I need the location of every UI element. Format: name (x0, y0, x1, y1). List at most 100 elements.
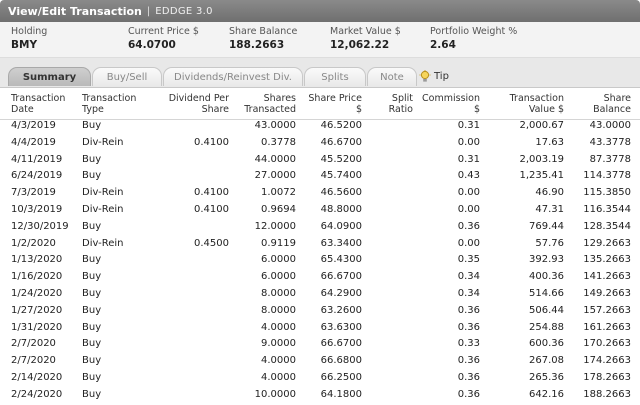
cell-value: 514.66 (529, 287, 564, 299)
cell-commission: 0.31 (457, 120, 480, 131)
col-header-shares[interactable]: Shares Transacted (236, 93, 296, 115)
title-separator: | (146, 5, 151, 17)
cell-commission: 0.36 (457, 371, 480, 383)
cell-date: 7/3/2019 (11, 187, 56, 199)
col-header-value[interactable]: Transaction Value $ (500, 93, 564, 115)
cell-type: Buy (82, 321, 102, 333)
cell-value: 265.36 (529, 371, 564, 383)
cell-shares: 12.0000 (254, 220, 296, 232)
cell-shares: 27.0000 (254, 170, 296, 182)
cell-commission: 0.00 (457, 203, 480, 215)
col-header-dividend-line2: Share (201, 104, 229, 115)
cell-date: 4/4/2019 (11, 136, 56, 148)
cell-balance: 170.2663 (583, 338, 631, 350)
col-header-split-line2: Ratio (388, 104, 413, 115)
table-row[interactable]: 1/16/2020 Buy 6.0000 66.6700 0.34 400.36 141.2… (0, 269, 640, 286)
table-row[interactable]: 1/27/2020 Buy 8.0000 63.2600 0.36 506.44 157.2… (0, 303, 640, 320)
cell-value: 642.16 (529, 388, 564, 400)
cell-date: 10/3/2019 (11, 203, 63, 215)
cell-value: 1,235.41 (519, 170, 564, 182)
cell-date: 4/3/2019 (11, 120, 56, 131)
table-row[interactable]: 1/2/2020 Div-Rein 0.4500 0.9119 63.3400 0.00 5… (0, 236, 640, 253)
cell-shares: 4.0000 (261, 321, 296, 333)
cell-share-price: 46.6700 (320, 136, 362, 148)
cell-value: 392.93 (529, 254, 564, 266)
cell-date: 1/13/2020 (11, 254, 63, 266)
cell-share-price: 63.6300 (320, 321, 362, 333)
cell-commission: 0.43 (457, 170, 480, 182)
table-row[interactable]: 4/4/2019 Div-Rein 0.4100 0.3778 46.6700 0.00 1… (0, 135, 640, 152)
col-header-share-price[interactable]: Share Price $ (302, 93, 362, 115)
cell-share-price: 45.5200 (320, 153, 362, 165)
cell-commission: 0.36 (457, 388, 480, 400)
col-header-type[interactable]: Transaction Type (82, 93, 152, 115)
cell-share-price: 63.2600 (320, 304, 362, 316)
window-title: View/Edit Transaction (8, 4, 142, 18)
col-header-split[interactable]: Split Ratio (375, 93, 413, 115)
table-row[interactable]: 1/31/2020 Buy 4.0000 63.6300 0.36 254.88 161.2… (0, 320, 640, 337)
cell-share-price: 64.0900 (320, 220, 362, 232)
cell-shares: 6.0000 (261, 254, 296, 266)
table-row[interactable]: 1/13/2020 Buy 6.0000 65.4300 0.35 392.93 135.2… (0, 252, 640, 269)
cell-commission: 0.34 (457, 271, 480, 283)
cell-value: 47.31 (535, 203, 564, 215)
tab-dividends-reinvest[interactable]: Dividends/Reinvest Div. (163, 67, 303, 86)
cell-balance: 128.3544 (583, 220, 631, 232)
table-row[interactable]: 2/7/2020 Buy 9.0000 66.6700 0.33 600.36 170.26… (0, 336, 640, 353)
table-row[interactable]: 4/11/2019 Buy 44.0000 45.5200 0.31 2,003.19 87… (0, 152, 640, 169)
cell-date: 2/24/2020 (11, 388, 63, 400)
cell-commission: 0.33 (457, 338, 480, 350)
cell-type: Buy (82, 388, 102, 400)
table-row[interactable]: 4/3/2019 Buy 43.0000 46.5200 0.31 2,000.67 43.… (0, 118, 640, 135)
cell-date: 2/7/2020 (11, 355, 56, 367)
cell-balance: 115.3850 (583, 187, 631, 199)
tab-summary[interactable]: Summary (8, 67, 91, 86)
tab-note[interactable]: Note (367, 67, 417, 86)
col-header-commission[interactable]: Commission $ (420, 93, 480, 115)
cell-commission: 0.36 (457, 355, 480, 367)
cell-shares: 0.9119 (261, 237, 296, 249)
cell-balance: 43.0000 (589, 120, 631, 131)
table-row[interactable]: 2/7/2020 Buy 4.0000 66.6800 0.36 267.08 174.26… (0, 353, 640, 370)
cell-value: 267.08 (529, 355, 564, 367)
col-header-share-price-line2: $ (355, 104, 362, 115)
cell-commission: 0.36 (457, 321, 480, 333)
col-header-date[interactable]: Transaction Date (11, 93, 81, 115)
cell-balance: 188.2663 (583, 388, 631, 400)
table-row[interactable]: 2/14/2020 Buy 4.0000 66.2500 0.36 265.36 178.2… (0, 370, 640, 387)
holding-value: BMY (11, 39, 38, 51)
cell-value: 57.76 (535, 237, 564, 249)
cell-share-price: 46.5600 (320, 187, 362, 199)
cell-shares: 43.0000 (254, 120, 296, 131)
col-header-balance[interactable]: Share Balance (570, 93, 631, 115)
portfolio-weight-label: Portfolio Weight % (430, 26, 518, 37)
cell-share-price: 66.6700 (320, 271, 362, 283)
holding-info: Holding BMY (11, 26, 47, 51)
cell-shares: 0.9694 (261, 203, 296, 215)
table-header: Transaction Date Transaction Type Divide… (0, 90, 640, 120)
table-row[interactable]: 7/3/2019 Div-Rein 0.4100 1.0072 46.5600 0.00 4… (0, 185, 640, 202)
market-value-label: Market Value $ (330, 26, 401, 37)
table-row[interactable]: 2/24/2020 Buy 10.0000 64.1800 0.36 642.16 188.… (0, 387, 640, 404)
col-header-balance-line2: Balance (593, 104, 631, 115)
col-header-value-line2: Value $ (528, 104, 564, 115)
cell-date: 12/30/2019 (11, 220, 69, 232)
table-row[interactable]: 10/3/2019 Div-Rein 0.4100 0.9694 48.8000 0.00… (0, 202, 640, 219)
col-header-shares-line2: Transacted (244, 104, 296, 115)
table-row[interactable]: 1/24/2020 Buy 8.0000 64.2900 0.34 514.66 149.2… (0, 286, 640, 303)
cell-date: 4/11/2019 (11, 153, 63, 165)
col-header-type-line1: Transaction (82, 93, 137, 104)
cell-shares: 9.0000 (261, 338, 296, 350)
cell-share-price: 65.4300 (320, 254, 362, 266)
col-header-type-line2: Type (82, 104, 104, 115)
col-header-dividend[interactable]: Dividend Per Share (157, 93, 229, 115)
tab-splits[interactable]: Splits (304, 67, 366, 86)
table-row[interactable]: 6/24/2019 Buy 27.0000 45.7400 0.43 1,235.41 11… (0, 168, 640, 185)
cell-type: Buy (82, 120, 102, 131)
cell-commission: 0.35 (457, 254, 480, 266)
cell-type: Buy (82, 338, 102, 350)
table-row[interactable]: 12/30/2019 Buy 12.0000 64.0900 0.36 769.44 128… (0, 219, 640, 236)
tab-buy-sell[interactable]: Buy/Sell (92, 67, 162, 86)
tip-button[interactable]: Tip (419, 67, 449, 86)
col-header-value-line1: Transaction (509, 93, 564, 104)
